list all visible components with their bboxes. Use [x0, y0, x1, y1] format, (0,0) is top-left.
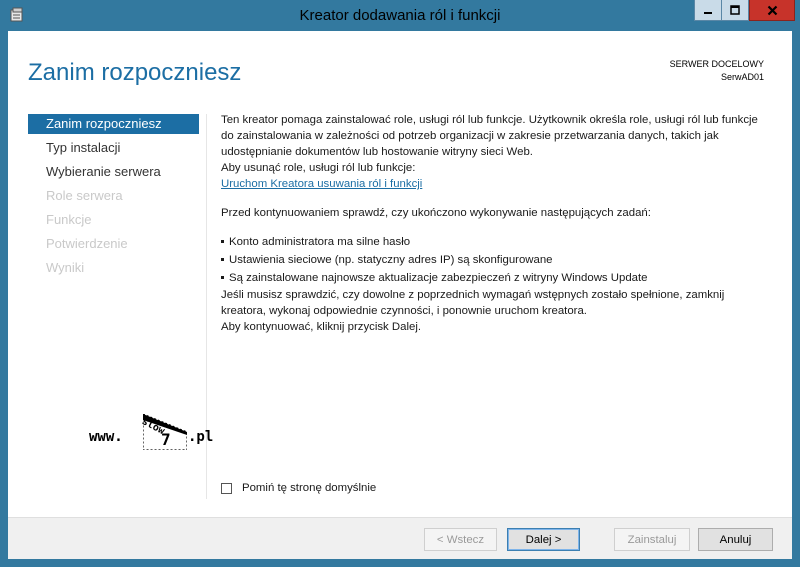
intro-text: Ten kreator pomaga zainstalować role, us…: [221, 114, 758, 158]
target-server-caption: SERWER DOCELOWY: [669, 59, 764, 69]
skip-page-checkbox[interactable]: [221, 482, 232, 494]
main-panel: Ten kreator pomaga zainstalować role, us…: [221, 112, 771, 335]
nav-step-installation-type[interactable]: Typ instalacji: [28, 136, 199, 160]
prerequisites-text: Przed kontynuowaniem sprawdź, czy ukończ…: [221, 207, 651, 219]
watermark-seven: 7: [161, 430, 171, 449]
nav-step-results: Wyniki: [46, 260, 85, 275]
nav-step-confirmation: Potwierdzenie: [46, 236, 128, 251]
minimize-icon: [704, 12, 712, 14]
prerequisites-list: Konto administratora ma silne hasło Usta…: [221, 233, 771, 287]
maximize-icon: [730, 5, 740, 15]
wizard-content: Zanim rozpoczniesz SERWER DOCELOWY SerwA…: [8, 31, 792, 559]
wizard-footer: < Wstecz Dalej > Zainstaluj Anuluj: [8, 517, 792, 559]
next-button[interactable]: Dalej >: [507, 528, 580, 551]
watermark-logo: www. slow 7 .pl: [89, 414, 213, 454]
watermark-www: www.: [89, 429, 123, 445]
title-bar[interactable]: Kreator dodawania ról i funkcji: [0, 0, 800, 31]
list-item: Konto administratora ma silne hasło: [221, 233, 771, 251]
remove-roles-wizard-link[interactable]: Uruchom Kreatora usuwania ról i funkcji: [221, 176, 771, 192]
minimize-button[interactable]: [694, 0, 722, 21]
nav-step-server-selection[interactable]: Wybieranie serwera: [28, 160, 199, 184]
close-button[interactable]: [749, 0, 795, 21]
install-button[interactable]: Zainstaluj: [614, 528, 690, 551]
remove-roles-text: Aby usunąć role, usługi ról lub funkcje:: [221, 162, 416, 174]
close-icon: [767, 5, 777, 15]
skip-page-label[interactable]: Pomiń tę stronę domyślnie: [242, 482, 376, 494]
target-server-name: SerwAD01: [720, 72, 764, 82]
skip-page-option[interactable]: Pomiń tę stronę domyślnie: [221, 482, 376, 494]
page-title: Zanim rozpoczniesz: [28, 59, 242, 86]
window-title: Kreator dodawania ról i funkcji: [299, 7, 501, 24]
back-button[interactable]: < Wstecz: [424, 528, 497, 551]
target-server: SERWER DOCELOWY SerwAD01: [670, 58, 764, 84]
verify-text: Jeśli musisz sprawdzić, czy dowolne z po…: [221, 289, 725, 317]
continue-text: Aby kontynuować, kliknij przycisk Dalej.: [221, 321, 422, 333]
nav-step-before-you-begin[interactable]: Zanim rozpoczniesz: [28, 114, 199, 134]
nav-step-server-roles: Role serwera: [46, 188, 123, 203]
nav-step-features: Funkcje: [46, 212, 92, 227]
watermark-pl: .pl: [188, 429, 214, 445]
cancel-button[interactable]: Anuluj: [698, 528, 773, 551]
maximize-button[interactable]: [722, 0, 749, 21]
list-item: Są zainstalowane najnowsze aktualizacje …: [221, 269, 771, 287]
list-item: Ustawienia sieciowe (np. statyczny adres…: [221, 251, 771, 269]
wizard-window: Kreator dodawania ról i funkcji Zanim ro…: [0, 0, 800, 567]
wizard-steps-nav: Zanim rozpoczniesz Typ instalacji Wybier…: [28, 114, 199, 280]
